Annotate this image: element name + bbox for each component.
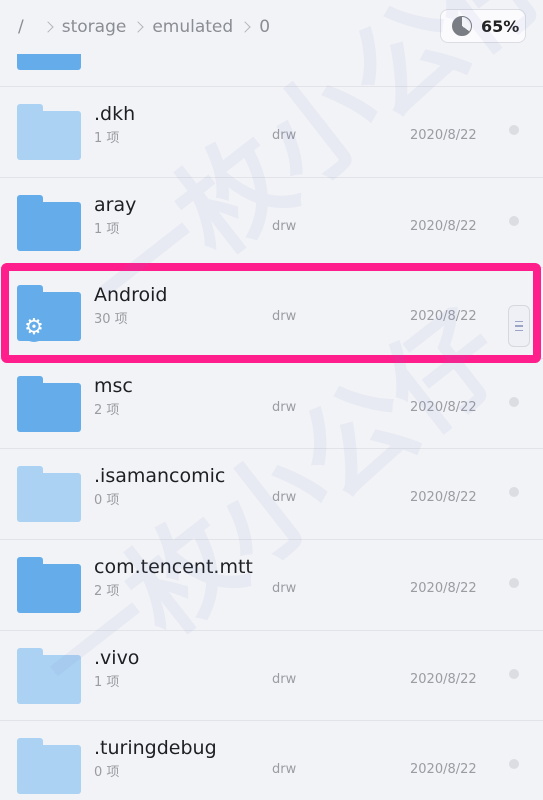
folder-icon [17,647,81,704]
breadcrumb-emulated[interactable]: emulated [152,17,233,37]
file-name: com.tencent.mtt [94,555,253,578]
permissions: drw [272,399,297,415]
item-count: 1 项 [94,131,120,146]
permissions: drw [272,218,297,234]
permissions: drw [272,671,297,687]
modified-date: 2020/8/22 [410,309,477,325]
modified-date: 2020/8/22 [410,399,477,415]
select-indicator[interactable] [509,396,519,407]
modified-date: 2020/8/22 [410,671,477,687]
modified-date: 2020/8/22 [410,490,477,506]
chevron-right-icon [42,21,54,33]
chevron-right-icon [132,21,144,33]
permissions: drw [272,580,297,596]
permissions: drw [272,128,297,143]
file-name: .isamancomic [94,465,226,488]
item-count: 0 项 [94,765,120,781]
file-name: .vivo [94,646,140,669]
folder-icon [17,375,81,432]
folder-icon [17,466,81,523]
file-row[interactable]: .vivo 1 项 drw 2020/8/22 [0,629,543,721]
folder-icon: ⚙ [17,285,81,343]
file-row[interactable]: ⚙ Android 30 项 drw 2020/8/22 [0,267,543,358]
top-bar: / storage emulated 0 65% [0,0,543,54]
item-count: 30 项 [94,312,128,328]
chevron-right-icon [239,21,251,33]
permissions: drw [272,490,297,506]
pie-chart-icon [452,16,472,36]
select-indicator[interactable] [509,215,519,226]
file-name: Android [94,284,168,307]
file-list: .dkh 1 项 drw 2020/8/22 aray 1 项 drw 2020… [0,86,543,800]
item-count: 1 项 [94,674,120,690]
file-name: msc [94,374,133,397]
select-indicator[interactable] [509,487,519,498]
storage-usage-button[interactable]: 65% [440,9,526,43]
folder-icon [17,556,81,613]
file-row[interactable]: com.tencent.mtt 2 项 drw 2020/8/22 [0,538,543,630]
folder-icon [17,738,81,795]
modified-date: 2020/8/22 [410,762,477,778]
select-indicator[interactable] [509,577,519,588]
permissions: drw [272,309,297,325]
file-name: .dkh [94,103,136,125]
item-count: 2 项 [94,402,120,418]
breadcrumb-0[interactable]: 0 [259,17,270,37]
modified-date: 2020/8/22 [410,218,477,234]
storage-percent: 65% [481,16,520,36]
breadcrumb-root[interactable]: / [18,17,24,37]
item-count: 2 项 [94,583,120,599]
file-row[interactable]: aray 1 项 drw 2020/8/22 [0,176,543,268]
select-indicator[interactable] [509,759,519,770]
breadcrumb-storage[interactable]: storage [62,17,127,37]
item-count: 0 项 [94,493,120,509]
folder-icon [17,104,81,160]
file-row[interactable]: .dkh 1 项 drw 2020/8/22 [0,86,543,177]
scroll-handle[interactable] [508,305,530,347]
modified-date: 2020/8/22 [410,580,477,596]
gear-icon: ⚙ [20,314,48,343]
file-row[interactable]: msc 2 项 drw 2020/8/22 [0,357,543,449]
file-row[interactable]: .isamancomic 0 项 drw 2020/8/22 [0,448,543,539]
select-indicator[interactable] [509,668,519,679]
permissions: drw [272,762,297,778]
file-name: aray [94,193,137,216]
folder-icon [17,194,81,251]
modified-date: 2020/8/22 [410,128,477,143]
select-indicator[interactable] [509,125,519,135]
file-name: .turingdebug [94,737,217,760]
file-row[interactable]: .turingdebug 0 项 drw 2020/8/22 [0,720,543,800]
item-count: 1 项 [94,221,120,237]
breadcrumb: / storage emulated 0 [18,14,270,40]
